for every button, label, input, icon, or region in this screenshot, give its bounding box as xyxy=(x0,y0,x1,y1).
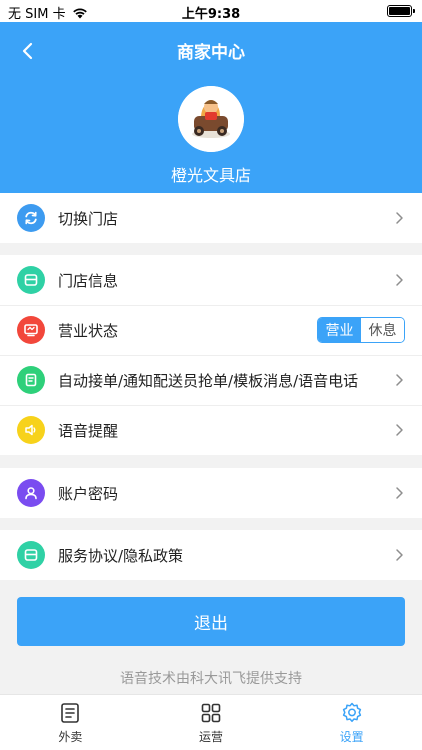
speaker-icon xyxy=(17,416,45,444)
auto-accept-item[interactable]: 自动接单/通知配送员抢单/模板消息/语音电话 xyxy=(0,355,422,405)
switch-store-label: 切换门店 xyxy=(58,209,119,228)
tab-takeout[interactable]: 外卖 xyxy=(0,695,141,750)
business-status-toggle: 营业 休息 xyxy=(317,317,405,343)
tab-label: 设置 xyxy=(339,730,364,744)
logout-button[interactable]: 退出 xyxy=(17,597,405,646)
menu-group-agreement: 服务协议/隐私政策 xyxy=(0,530,422,580)
store-info-item[interactable]: 门店信息 xyxy=(0,255,422,305)
store-info-label: 门店信息 xyxy=(58,271,119,290)
store-icon xyxy=(17,541,45,569)
chevron-right-icon xyxy=(396,487,403,499)
chevron-right-icon xyxy=(396,549,403,561)
voice-reminder-item[interactable]: 语音提醒 xyxy=(0,405,422,455)
tab-label: 外卖 xyxy=(58,730,83,744)
document-icon xyxy=(17,366,45,394)
voice-reminder-label: 语音提醒 xyxy=(58,421,119,440)
account-password-item[interactable]: 账户密码 xyxy=(0,468,422,518)
business-status-label: 营业状态 xyxy=(58,321,119,340)
gear-icon xyxy=(342,702,361,723)
tab-operations[interactable]: 运营 xyxy=(141,695,282,750)
tab-label: 运营 xyxy=(199,730,224,744)
business-status-item: 营业状态 营业 休息 xyxy=(0,305,422,355)
chevron-right-icon xyxy=(396,212,403,224)
tab-bar: 外卖 运营 设置 xyxy=(0,694,422,750)
menu-group-account: 账户密码 xyxy=(0,468,422,518)
chevron-right-icon xyxy=(396,374,403,386)
store-logo-icon xyxy=(178,86,244,152)
status-bar: 无 SIM 卡 上午9:38 xyxy=(0,0,422,22)
footer-note: 语音技术由科大讯飞提供支持 xyxy=(120,671,302,687)
store-avatar[interactable] xyxy=(178,86,244,152)
page-title: 商家中心 xyxy=(177,43,245,63)
status-open-option[interactable]: 营业 xyxy=(318,318,361,342)
battery-icon xyxy=(387,5,415,17)
user-icon xyxy=(17,479,45,507)
grid-icon xyxy=(201,703,221,723)
monitor-icon xyxy=(17,316,45,344)
status-closed-option[interactable]: 休息 xyxy=(361,318,404,342)
menu-group-store-settings: 门店信息 营业状态 营业 休息 自动接单/通知配送员抢单/模板消息/语音电话 语… xyxy=(0,255,422,455)
menu-group-store-switch: 切换门店 xyxy=(0,193,422,243)
account-password-label: 账户密码 xyxy=(58,484,119,503)
service-agreement-label: 服务协议/隐私政策 xyxy=(58,546,184,565)
store-name: 橙光文具店 xyxy=(170,166,251,185)
status-time: 上午9:38 xyxy=(181,7,241,22)
tab-settings[interactable]: 设置 xyxy=(281,695,422,750)
store-icon xyxy=(17,266,45,294)
refresh-icon xyxy=(17,204,45,232)
service-agreement-item[interactable]: 服务协议/隐私政策 xyxy=(0,530,422,580)
auto-accept-label: 自动接单/通知配送员抢单/模板消息/语音电话 xyxy=(58,371,359,390)
chevron-right-icon xyxy=(396,274,403,286)
chevron-right-icon xyxy=(396,424,403,436)
switch-store-item[interactable]: 切换门店 xyxy=(0,193,422,243)
list-icon xyxy=(61,703,80,723)
header: 商家中心 橙光文具店 xyxy=(0,22,422,193)
